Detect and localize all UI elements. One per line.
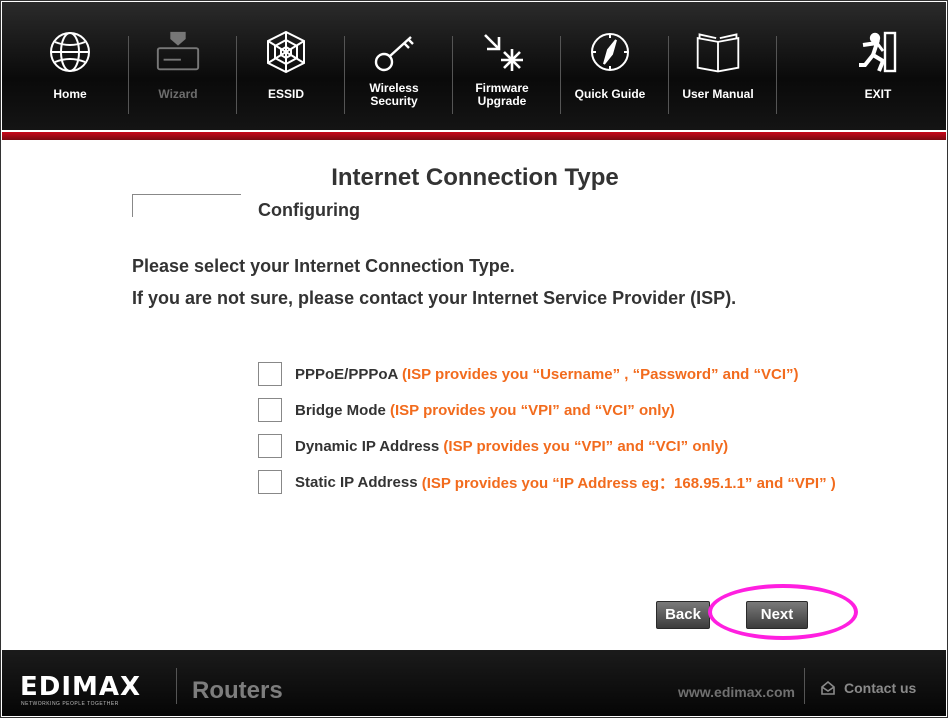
nav-quick-guide-label: Quick Guide	[574, 87, 646, 101]
edimax-logo: EDIMAX	[20, 672, 142, 702]
instruction-text: Please select your Internet Connection T…	[132, 256, 515, 276]
nav-wizard-label: Wizard	[158, 87, 198, 101]
nav-exit-label: EXIT	[864, 87, 892, 101]
option-description: (ISP provides you “Username” , “Password…	[401, 365, 799, 383]
contact-us-label: Contact us	[844, 680, 917, 696]
compass-icon	[586, 28, 634, 76]
next-button[interactable]: Next	[746, 601, 808, 629]
option-pppoe[interactable]: PPPoE/PPPoA (ISP provides you “Username”…	[258, 361, 798, 387]
exit-icon	[854, 28, 902, 76]
key-icon	[370, 28, 418, 76]
page-title: Internet Connection Type	[331, 164, 619, 191]
upgrade-icon	[478, 28, 526, 76]
instruction-text: If you are not sure, please contact your…	[132, 288, 737, 308]
nav-firmware-upgrade-label: Firmware Upgrade	[475, 81, 529, 108]
status-indicator	[132, 194, 241, 217]
website-link[interactable]: www.edimax.com	[678, 684, 795, 700]
option-name: PPPoE/PPPoA	[295, 365, 402, 383]
option-description: (ISP provides you “VPI” and “VCI” only)	[390, 401, 675, 419]
globe-icon	[46, 28, 94, 76]
nav-quick-guide[interactable]: Quick Guide	[560, 2, 660, 130]
nav-home-label: Home	[53, 87, 87, 101]
top-nav-bar: Home Wizard ESSID Wireless Security Firm…	[2, 2, 946, 140]
option-static-ip[interactable]: Static IP Address (ISP provides you “IP …	[258, 469, 836, 495]
footer-separator	[804, 668, 805, 704]
nav-home[interactable]: Home	[20, 2, 120, 130]
footer: EDIMAX NETWORKING PEOPLE TOGETHER Router…	[2, 650, 946, 716]
wizard-icon	[154, 28, 202, 76]
contact-us-link[interactable]: Contact us	[820, 680, 916, 696]
product-label: Routers	[192, 677, 283, 704]
option-name: Dynamic IP Address	[295, 437, 444, 455]
footer-separator	[176, 668, 177, 704]
nav-essid[interactable]: ESSID	[236, 2, 336, 130]
option-checkbox[interactable]	[258, 470, 282, 494]
nav-essid-label: ESSID	[267, 87, 304, 101]
option-checkbox[interactable]	[258, 362, 282, 386]
nav-wireless-security-label: Wireless Security	[369, 81, 419, 108]
nav-exit[interactable]: EXIT	[828, 2, 928, 130]
option-name: Bridge Mode	[295, 401, 391, 419]
logo-tagline: NETWORKING PEOPLE TOGETHER	[21, 701, 119, 707]
nav-accent-line	[2, 132, 946, 140]
nav-firmware-upgrade[interactable]: Firmware Upgrade	[452, 2, 552, 130]
nav-user-manual[interactable]: User Manual	[668, 2, 768, 130]
option-name: Static IP Address	[295, 473, 422, 491]
nav-separator	[776, 36, 777, 114]
nav-wizard[interactable]: Wizard	[128, 2, 228, 130]
option-checkbox[interactable]	[258, 434, 282, 458]
back-button[interactable]: Back	[656, 601, 710, 629]
option-description: (ISP provides you “IP Address eg：168.95.…	[421, 474, 836, 492]
web-icon	[262, 28, 310, 76]
nav-user-manual-label: User Manual	[682, 87, 754, 101]
nav-wireless-security[interactable]: Wireless Security	[344, 2, 444, 130]
option-dynamic-ip[interactable]: Dynamic IP Address (ISP provides you “VP…	[258, 433, 728, 459]
book-icon	[694, 28, 742, 76]
option-bridge-mode[interactable]: Bridge Mode (ISP provides you “VPI” and …	[258, 397, 675, 423]
option-description: (ISP provides you “VPI” and “VCI” only)	[443, 437, 729, 455]
option-checkbox[interactable]	[258, 398, 282, 422]
status-label: Configuring	[258, 200, 360, 220]
envelope-icon	[820, 680, 836, 696]
